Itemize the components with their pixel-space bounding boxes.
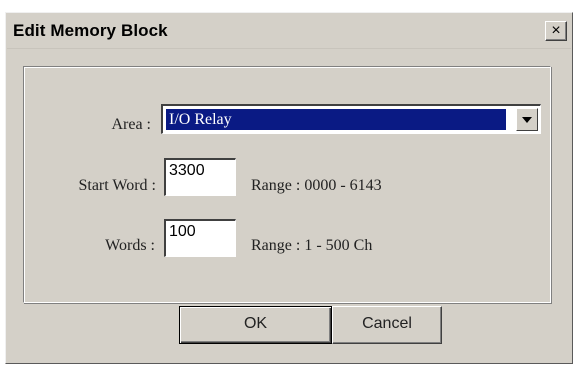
close-button[interactable]: ×: [545, 21, 567, 41]
chevron-down-icon[interactable]: [516, 108, 538, 131]
words-label: Words :: [105, 237, 155, 254]
start-word-input[interactable]: 3300: [164, 158, 236, 196]
area-select[interactable]: I/O Relay: [161, 104, 541, 134]
area-selected-value: I/O Relay: [166, 109, 506, 130]
title-bar[interactable]: Edit Memory Block ×: [7, 14, 571, 49]
cancel-button[interactable]: Cancel: [332, 306, 442, 344]
start-word-label: Start Word :: [78, 177, 156, 194]
words-input[interactable]: 100: [164, 219, 236, 257]
words-range: Range : 1 - 500 Ch: [251, 237, 373, 254]
dialog-title: Edit Memory Block: [13, 21, 168, 40]
close-icon: ×: [551, 22, 561, 39]
area-label: Area :: [111, 116, 151, 133]
ok-button[interactable]: OK: [179, 306, 332, 344]
start-word-range: Range : 0000 - 6143: [251, 177, 382, 194]
